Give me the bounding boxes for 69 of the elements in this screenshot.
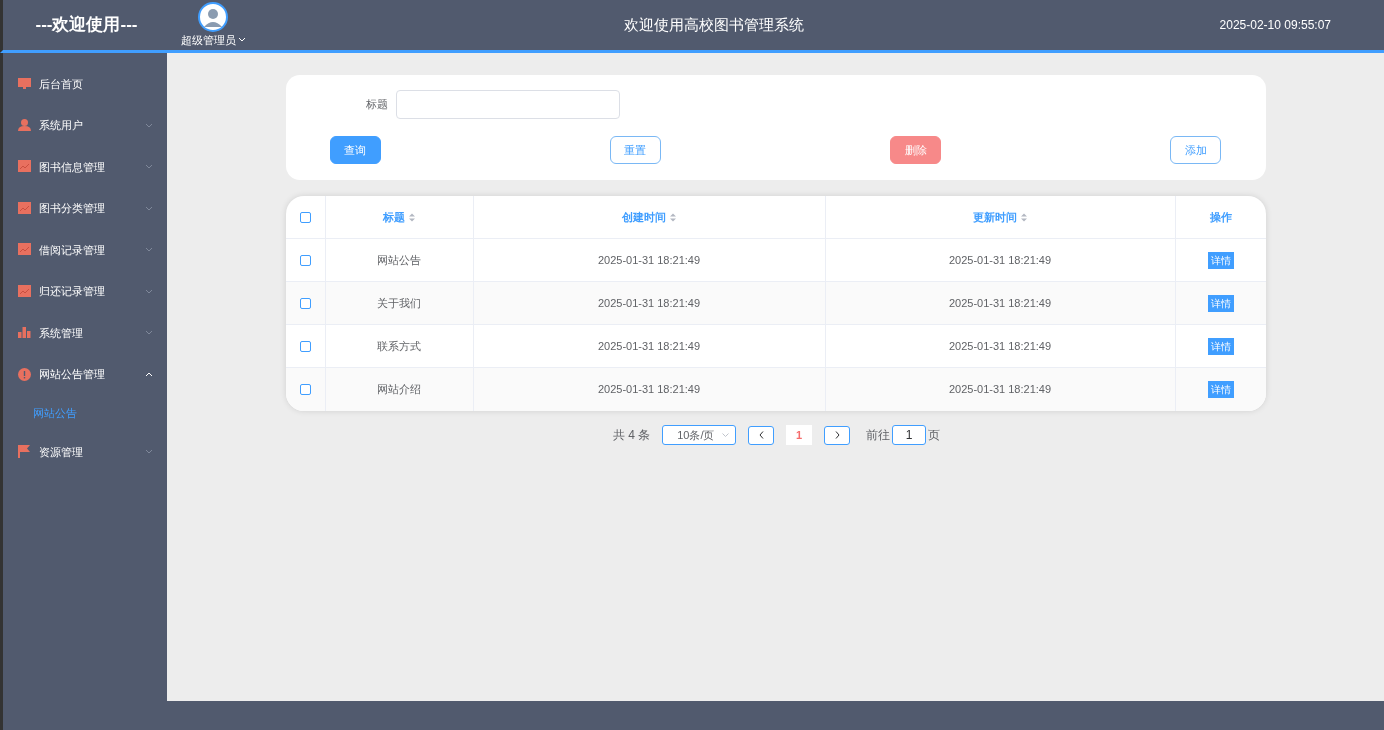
chevron-right-icon bbox=[834, 431, 840, 439]
sidebar-item[interactable]: 资源管理 bbox=[3, 431, 167, 473]
table-cell-text: 网站介绍 bbox=[377, 382, 421, 398]
table-cell-text: 联系方式 bbox=[377, 338, 421, 354]
page-number[interactable]: 1 bbox=[786, 425, 813, 445]
flag-icon bbox=[18, 445, 31, 459]
user-icon bbox=[18, 118, 31, 132]
column-header[interactable]: 创建时间 bbox=[622, 208, 666, 226]
sidebar-subitem[interactable]: 网站公告 bbox=[3, 395, 167, 431]
table-cell-text: 2025-01-31 18:21:49 bbox=[597, 338, 701, 354]
goto-label: 前往 bbox=[866, 427, 891, 444]
details-button[interactable]: 详情 bbox=[1207, 337, 1234, 355]
sidebar-item[interactable]: 后台首页 bbox=[3, 63, 167, 105]
row-checkbox[interactable] bbox=[299, 254, 311, 266]
table-cell-text: 关于我们 bbox=[377, 295, 421, 311]
user-name[interactable]: 超级管理员 bbox=[180, 31, 236, 49]
title-input[interactable] bbox=[395, 90, 620, 119]
chevron-down-icon bbox=[237, 37, 246, 43]
field-label: 标题 bbox=[365, 97, 388, 113]
table-cell-text: 2025-01-31 18:21:49 bbox=[597, 252, 701, 268]
table-cell-text: 网站公告 bbox=[377, 252, 421, 268]
chart-icon bbox=[18, 243, 31, 257]
monitor-icon bbox=[18, 77, 31, 91]
details-button[interactable]: 详情 bbox=[1207, 294, 1234, 312]
next-page-button[interactable] bbox=[824, 425, 851, 445]
delete-button[interactable]: 删除 bbox=[890, 136, 942, 164]
table-cell-text: 2025-01-31 18:21:49 bbox=[597, 382, 701, 398]
sidebar-item[interactable]: 系统用户 bbox=[3, 104, 167, 146]
sidebar-item[interactable]: 图书分类管理 bbox=[3, 187, 167, 229]
table-cell-text: 2025-01-31 18:21:49 bbox=[948, 252, 1052, 268]
row-checkbox[interactable] bbox=[299, 297, 311, 309]
brand-title: ---欢迎使用--- bbox=[35, 14, 138, 37]
date-time: 2025-02-10 09:55:07 bbox=[1219, 17, 1331, 34]
details-button[interactable]: 详情 bbox=[1207, 381, 1234, 398]
chevron-left-icon bbox=[758, 431, 764, 439]
total-count: 共 4 条 bbox=[612, 427, 651, 444]
page-size-select[interactable]: 10条/页 bbox=[662, 425, 737, 445]
info-icon bbox=[18, 367, 31, 381]
sidebar-item[interactable]: 图书信息管理 bbox=[3, 146, 167, 188]
table-cell-text: 2025-01-31 18:21:49 bbox=[948, 295, 1052, 311]
reset-button[interactable]: 重置 bbox=[609, 136, 661, 164]
sort-icon bbox=[409, 212, 415, 222]
page-suffix: 页 bbox=[928, 427, 941, 444]
bar-chart-icon bbox=[18, 326, 31, 340]
chevron-down-icon bbox=[722, 433, 730, 437]
chart-icon bbox=[18, 201, 31, 215]
column-header[interactable]: 标题 bbox=[383, 208, 405, 226]
select-all-checkbox[interactable] bbox=[299, 211, 311, 223]
sort-icon bbox=[670, 212, 676, 222]
sidebar-item[interactable]: 归还记录管理 bbox=[3, 270, 167, 312]
sidebar-item[interactable]: 借阅记录管理 bbox=[3, 229, 167, 271]
sort-icon bbox=[1021, 212, 1027, 222]
chart-icon bbox=[18, 160, 31, 174]
system-title: 欢迎使用高校图书管理系统 bbox=[623, 14, 804, 35]
chart-icon bbox=[18, 284, 31, 298]
sidebar-item[interactable]: 网站公告管理 bbox=[3, 353, 167, 395]
page-input[interactable]: 1 bbox=[892, 425, 927, 445]
query-button[interactable]: 查询 bbox=[329, 136, 381, 164]
row-checkbox[interactable] bbox=[299, 340, 311, 352]
column-header[interactable]: 更新时间 bbox=[973, 208, 1017, 226]
row-checkbox[interactable] bbox=[299, 384, 311, 395]
column-header: 操作 bbox=[1209, 209, 1232, 225]
table-cell-text: 2025-01-31 18:21:49 bbox=[597, 295, 701, 311]
previous-page-button[interactable] bbox=[748, 425, 775, 445]
sidebar-item[interactable]: 系统管理 bbox=[3, 312, 167, 354]
details-button[interactable]: 详情 bbox=[1207, 251, 1234, 269]
table-cell-text: 2025-01-31 18:21:49 bbox=[948, 382, 1052, 398]
table-cell-text: 2025-01-31 18:21:49 bbox=[948, 338, 1052, 354]
add-button[interactable]: 添加 bbox=[1170, 136, 1222, 164]
